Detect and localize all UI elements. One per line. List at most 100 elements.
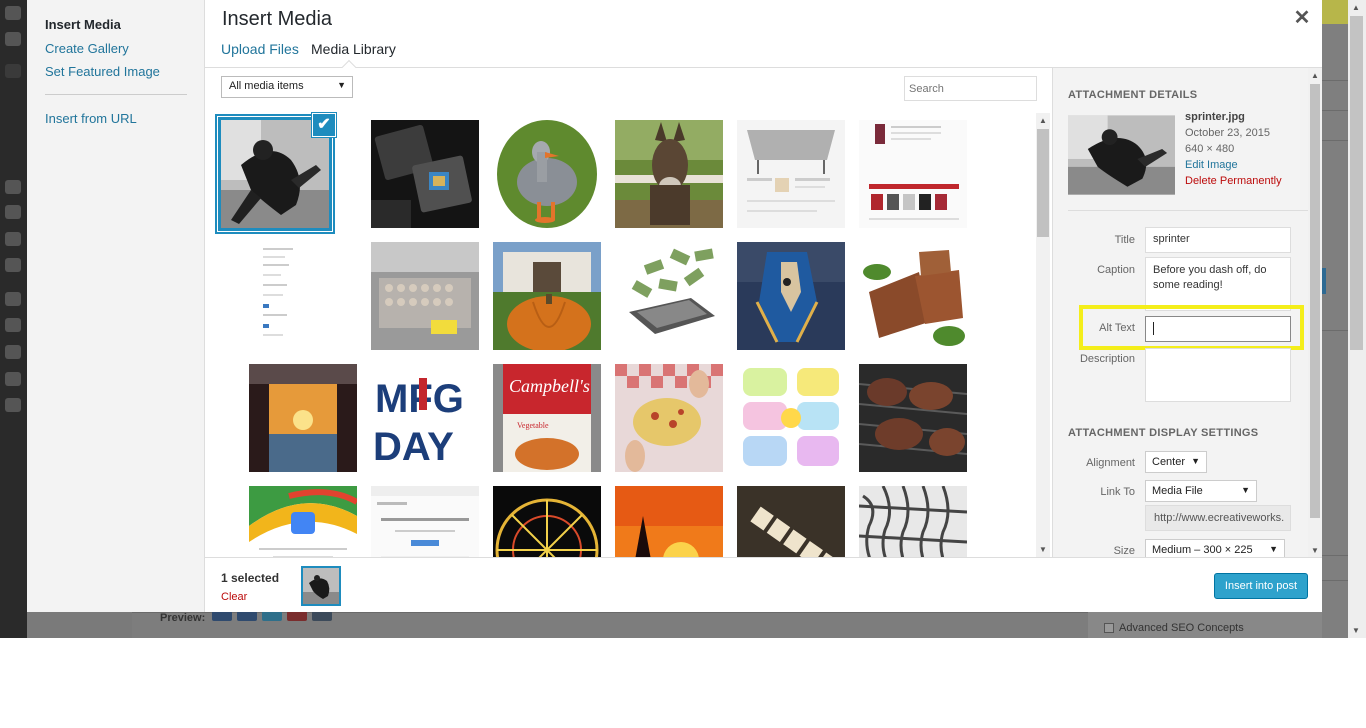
- alt-text-field[interactable]: [1145, 316, 1291, 342]
- delete-permanently-link[interactable]: Delete Permanently: [1185, 175, 1282, 187]
- attachment-furniture-website[interactable]: [737, 120, 845, 228]
- insert-into-post-button[interactable]: Insert into post: [1214, 573, 1308, 599]
- attachment-armored-horse[interactable]: [737, 242, 845, 350]
- attachments-grid: MFGDAY Campbell's Vegetable: [205, 108, 1048, 557]
- scroll-down-icon[interactable]: ▼: [1039, 545, 1047, 554]
- link-to-select[interactable]: Media File ▼: [1145, 480, 1257, 502]
- display-settings-heading: Attachment Display Settings: [1068, 427, 1259, 439]
- menu-separator: [45, 94, 187, 95]
- page-scroll-thumb[interactable]: [1350, 16, 1363, 350]
- tab-media-library[interactable]: Media Library: [311, 41, 396, 57]
- attachment-donkey[interactable]: [615, 120, 723, 228]
- attachment-document-page[interactable]: [249, 242, 357, 350]
- media-filter-select[interactable]: All media items ▼: [221, 76, 353, 98]
- scroll-up-icon[interactable]: ▲: [1311, 71, 1319, 80]
- scroll-up-icon[interactable]: ▲: [1039, 116, 1047, 125]
- attachment-google-page[interactable]: [371, 486, 479, 557]
- attachment-writing-process[interactable]: [737, 364, 845, 472]
- attachment-scrabble-tiles[interactable]: [737, 486, 845, 557]
- svg-text:Campbell's: Campbell's: [509, 376, 590, 396]
- chevron-down-icon: ▼: [1191, 456, 1200, 466]
- attachment-details-sidebar: Attachment Details sprinter.jpg October …: [1052, 68, 1322, 558]
- attachment-abstract-grid[interactable]: [859, 486, 967, 557]
- attachment-factory-trays[interactable]: [371, 242, 479, 350]
- attachment-dimensions: 640 × 480: [1185, 143, 1235, 155]
- media-filter-value: All media items: [229, 80, 304, 92]
- grid-scroll-thumb[interactable]: [1037, 129, 1049, 237]
- tumblr-icon: [312, 611, 332, 621]
- appearance-icon: [5, 258, 21, 272]
- users-icon: [5, 318, 21, 332]
- size-select[interactable]: Medium – 300 × 225 ▼: [1145, 539, 1285, 558]
- scroll-down-icon[interactable]: ▼: [1352, 626, 1360, 635]
- alignment-value: Center: [1152, 456, 1186, 468]
- attachment-clothing-website[interactable]: [859, 120, 967, 228]
- attachment-pizza-hands[interactable]: [615, 364, 723, 472]
- sidebar-scrollbar[interactable]: ▲ ▼: [1308, 68, 1322, 558]
- palette-icon: [5, 32, 21, 46]
- attachment-google-business[interactable]: [249, 486, 357, 557]
- seo-label: Advanced SEO Concepts: [1119, 622, 1244, 634]
- right-panel-strip: [1322, 0, 1348, 638]
- attachment-mfg-day[interactable]: MFGDAY: [371, 364, 479, 472]
- menu-insert-from-url[interactable]: Insert from URL: [45, 111, 137, 126]
- pages-icon: [5, 205, 21, 219]
- page-scrollbar[interactable]: ▲ ▼: [1348, 0, 1366, 638]
- menu-insert-media[interactable]: Insert Media: [45, 17, 121, 32]
- size-label: Size: [1113, 545, 1135, 557]
- attachment-ferris-wheel[interactable]: [493, 486, 601, 557]
- edit-image-link[interactable]: Edit Image: [1185, 159, 1238, 171]
- notice-badge: [1322, 0, 1348, 24]
- admin-sidebar: [0, 0, 27, 638]
- attachment-details-heading: Attachment Details: [1068, 89, 1198, 101]
- alignment-select[interactable]: Center ▼: [1145, 451, 1207, 473]
- attachment-goose[interactable]: [493, 120, 601, 228]
- text-cursor: [1153, 322, 1154, 335]
- scroll-down-icon[interactable]: ▼: [1311, 546, 1319, 555]
- seo-icon: [5, 398, 21, 412]
- seo-checkbox[interactable]: [1104, 623, 1114, 633]
- media-menu: Insert Media Create Gallery Set Featured…: [27, 0, 205, 612]
- title-field[interactable]: sprinter: [1145, 227, 1291, 253]
- description-field[interactable]: [1145, 348, 1291, 402]
- attachment-sunset-sailboat[interactable]: [615, 486, 723, 557]
- svg-text:DAY: DAY: [373, 425, 454, 469]
- scroll-up-icon[interactable]: ▲: [1352, 3, 1360, 12]
- close-icon[interactable]: ✕: [1291, 6, 1313, 30]
- settings-icon: [5, 372, 21, 386]
- alt-text-label: Alt Text: [1099, 322, 1135, 334]
- grid-scrollbar[interactable]: ▲ ▼: [1036, 113, 1050, 557]
- media-search-input[interactable]: [904, 76, 1037, 101]
- attachment-meatloaf[interactable]: [859, 242, 967, 350]
- sidebar-scroll-thumb[interactable]: [1310, 84, 1320, 518]
- attachment-laptop-money[interactable]: [615, 242, 723, 350]
- home-icon: [5, 6, 21, 20]
- chevron-down-icon: ▼: [337, 80, 346, 90]
- attachment-pumpkin[interactable]: [493, 242, 601, 350]
- googleplus-icon: [287, 611, 307, 621]
- caption-field[interactable]: Before you dash off, do some reading!: [1145, 257, 1291, 311]
- svg-text:Vegetable: Vegetable: [517, 421, 549, 430]
- attachment-microchips[interactable]: [371, 120, 479, 228]
- linkedin-icon: [237, 611, 257, 621]
- media-toolbar: 1 selected Clear Insert into post: [205, 557, 1322, 612]
- link-url-field[interactable]: http://www.ecreativeworks.: [1145, 505, 1291, 531]
- clear-selection-link[interactable]: Clear: [221, 591, 247, 603]
- pin-icon: [5, 64, 21, 78]
- tab-upload-files[interactable]: Upload Files: [221, 41, 299, 57]
- media-icon: [5, 180, 21, 194]
- check-icon[interactable]: ✔: [312, 113, 336, 137]
- attachment-campbells-soup[interactable]: Campbell's Vegetable: [493, 364, 601, 472]
- menu-create-gallery[interactable]: Create Gallery: [45, 41, 129, 56]
- selected-thumbnail[interactable]: [301, 566, 341, 606]
- plugins-icon: [5, 292, 21, 306]
- media-router: Upload Files Media Library: [205, 36, 1322, 75]
- size-value: Medium – 300 × 225: [1152, 544, 1253, 556]
- menu-set-featured-image[interactable]: Set Featured Image: [45, 64, 160, 79]
- tools-icon: [5, 345, 21, 359]
- alignment-label: Alignment: [1086, 457, 1135, 469]
- attachment-grill-meat[interactable]: [859, 364, 967, 472]
- twitter-icon: [262, 611, 282, 621]
- details-separator: [1068, 210, 1308, 211]
- attachment-pier-sunset[interactable]: [249, 364, 357, 472]
